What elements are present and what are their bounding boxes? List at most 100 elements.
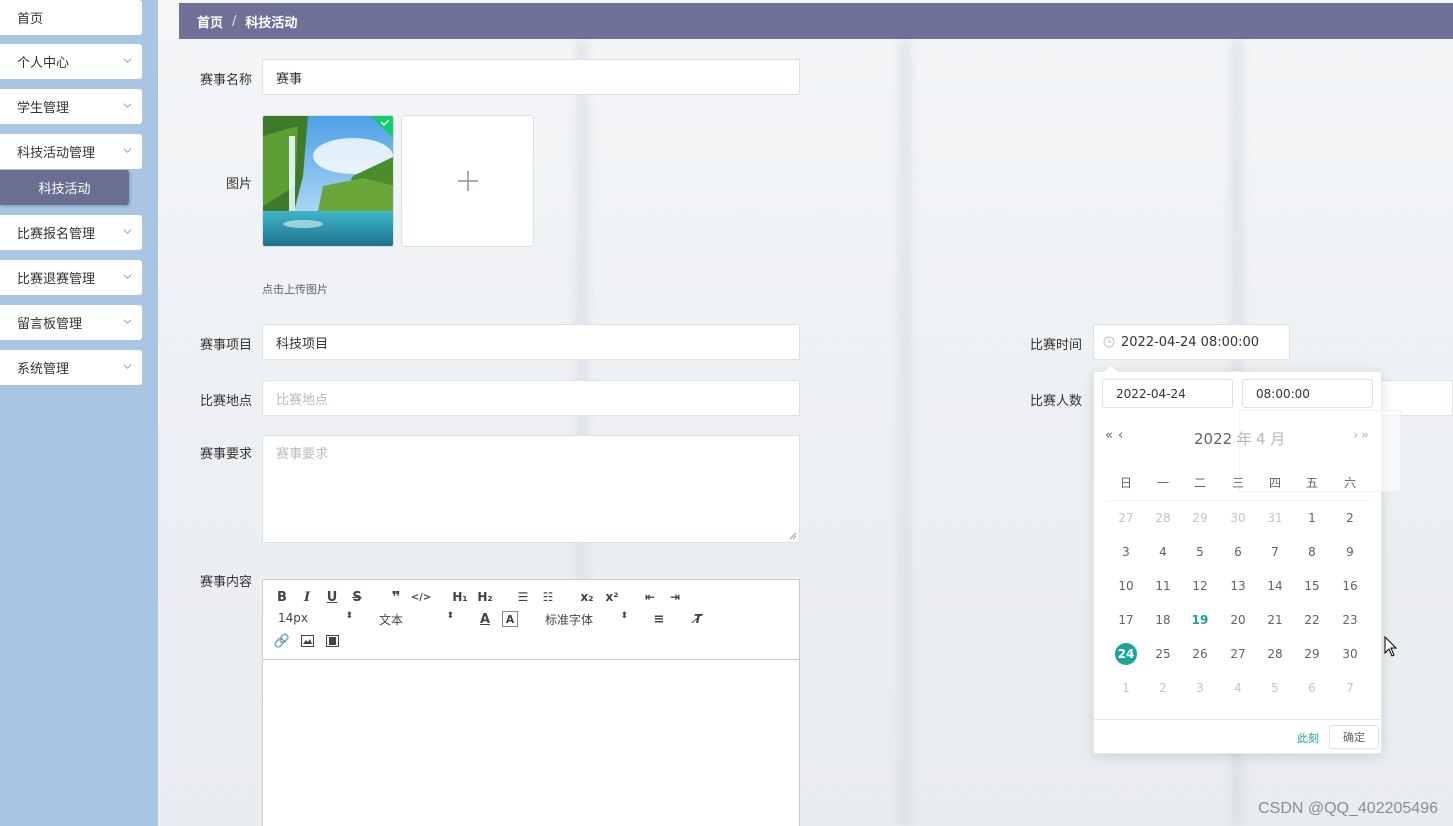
video-icon[interactable] bbox=[324, 633, 340, 649]
chevron-up-icon bbox=[123, 148, 132, 153]
outdent-icon[interactable]: ⇤ bbox=[642, 589, 658, 605]
picker-arrow bbox=[1103, 363, 1119, 379]
clear-format-icon[interactable]: T̸ bbox=[690, 611, 706, 627]
calendar-day[interactable]: 28 bbox=[1152, 507, 1174, 529]
prev-month-icon[interactable]: ‹ bbox=[1118, 428, 1123, 443]
calendar-day[interactable]: 6 bbox=[1227, 541, 1249, 563]
calendar-day[interactable]: 6 bbox=[1301, 677, 1323, 699]
calendar-day[interactable]: 26 bbox=[1189, 643, 1211, 665]
calendar-day[interactable]: 20 bbox=[1227, 609, 1249, 631]
font-family-select[interactable]: 标准字体 ⬍ bbox=[545, 611, 628, 628]
breadcrumb-home-link[interactable]: 首页 bbox=[197, 12, 223, 31]
heading2-icon[interactable]: H₂ bbox=[476, 589, 494, 605]
calendar-day[interactable]: 27 bbox=[1227, 643, 1249, 665]
sidebar-item-label: 科技活动管理 bbox=[17, 146, 96, 161]
calendar-day[interactable]: 12 bbox=[1189, 575, 1211, 597]
calendar-day[interactable]: 30 bbox=[1227, 507, 1249, 529]
calendar-day[interactable]: 11 bbox=[1152, 575, 1174, 597]
calendar-day[interactable]: 28 bbox=[1264, 643, 1286, 665]
font-size-select[interactable]: 14px ⬍ bbox=[278, 611, 353, 625]
link-icon[interactable]: 🔗 bbox=[274, 633, 290, 649]
sidebar-item-label: 比赛退赛管理 bbox=[17, 272, 96, 287]
event-location-input[interactable]: 比赛地点 bbox=[262, 380, 800, 416]
calendar-day[interactable]: 27 bbox=[1115, 507, 1137, 529]
bold-icon[interactable]: B bbox=[274, 589, 290, 605]
calendar-day[interactable]: 4 bbox=[1152, 541, 1174, 563]
now-button[interactable]: 此刻 bbox=[1297, 730, 1319, 746]
indent-icon[interactable]: ⇥ bbox=[667, 589, 683, 605]
calendar-day[interactable]: 3 bbox=[1189, 677, 1211, 699]
picker-time-value: 08:00:00 bbox=[1256, 386, 1310, 401]
event-requirement-textarea[interactable]: 赛事要求 bbox=[262, 435, 800, 543]
calendar-day[interactable]: 22 bbox=[1301, 609, 1323, 631]
event-time-input[interactable]: 2022-04-24 08:00:00 bbox=[1093, 324, 1290, 360]
sidebar-item-message-board[interactable]: 留言板管理 bbox=[0, 305, 142, 340]
calendar-day[interactable]: 4 bbox=[1227, 677, 1249, 699]
calendar-day[interactable]: 29 bbox=[1301, 643, 1323, 665]
calendar-day[interactable]: 18 bbox=[1152, 609, 1174, 631]
code-block-icon[interactable]: </> bbox=[411, 589, 431, 605]
align-icon[interactable]: ≡ bbox=[651, 611, 667, 627]
sidebar-item-withdrawal-management[interactable]: 比赛退赛管理 bbox=[0, 260, 142, 295]
prev-year-icon[interactable]: « bbox=[1105, 428, 1113, 443]
sidebar-subitem-tech-activity[interactable]: 科技活动 bbox=[0, 170, 129, 205]
calendar-day-selected[interactable]: 24 bbox=[1115, 643, 1137, 665]
sidebar-item-personal-center[interactable]: 个人中心 bbox=[0, 44, 142, 79]
resize-handle-icon[interactable] bbox=[789, 532, 797, 540]
underline-icon[interactable]: U bbox=[324, 589, 340, 605]
block-type-value: 文本 bbox=[379, 613, 404, 627]
italic-icon[interactable]: I bbox=[299, 589, 315, 605]
weekday-header: 四 bbox=[1268, 476, 1281, 490]
blockquote-icon[interactable]: ❞ bbox=[388, 588, 404, 606]
event-name-input[interactable]: 赛事 bbox=[262, 59, 800, 95]
uploaded-image[interactable] bbox=[262, 115, 394, 247]
calendar-day[interactable]: 10 bbox=[1115, 575, 1137, 597]
heading1-icon[interactable]: H₁ bbox=[451, 589, 469, 605]
calendar-day[interactable]: 14 bbox=[1264, 575, 1286, 597]
sidebar-item-system-management[interactable]: 系统管理 bbox=[0, 350, 142, 385]
calendar-day[interactable]: 23 bbox=[1339, 609, 1361, 631]
calendar-day[interactable]: 8 bbox=[1301, 541, 1323, 563]
sidebar-item-home[interactable]: 首页 bbox=[0, 0, 142, 35]
calendar-day[interactable]: 7 bbox=[1339, 677, 1361, 699]
calendar-day[interactable]: 9 bbox=[1339, 541, 1361, 563]
calendar-day[interactable]: 30 bbox=[1339, 643, 1361, 665]
sidebar-item-tech-activity-management[interactable]: 科技活动管理 bbox=[0, 134, 142, 169]
event-project-input[interactable]: 科技项目 bbox=[262, 324, 800, 360]
calendar-day[interactable]: 17 bbox=[1115, 609, 1137, 631]
calendar-day[interactable]: 7 bbox=[1264, 541, 1286, 563]
strikethrough-icon[interactable]: S bbox=[349, 589, 365, 605]
background-color-icon[interactable]: A bbox=[502, 611, 518, 627]
calendar-day[interactable]: 21 bbox=[1264, 609, 1286, 631]
confirm-button[interactable]: 确定 bbox=[1329, 725, 1379, 749]
select-arrows-icon: ⬍ bbox=[446, 611, 454, 621]
calendar-day-today[interactable]: 19 bbox=[1189, 609, 1211, 631]
calendar-day[interactable]: 31 bbox=[1264, 507, 1286, 529]
calendar-day[interactable]: 5 bbox=[1264, 677, 1286, 699]
superscript-icon[interactable]: x² bbox=[604, 589, 620, 605]
calendar-day[interactable]: 16 bbox=[1339, 575, 1361, 597]
picker-time-input[interactable]: 08:00:00 bbox=[1242, 379, 1373, 408]
font-color-icon[interactable]: A bbox=[477, 611, 493, 627]
sidebar: 首页 个人中心 学生管理 科技活动管理 科技活动 比赛报名管理 比赛退赛管理 留… bbox=[0, 0, 158, 826]
sidebar-item-registration-management[interactable]: 比赛报名管理 bbox=[0, 215, 142, 250]
calendar-day[interactable]: 3 bbox=[1115, 541, 1137, 563]
calendar-day[interactable]: 1 bbox=[1115, 677, 1137, 699]
sidebar-item-student-management[interactable]: 学生管理 bbox=[0, 89, 142, 124]
image-icon[interactable] bbox=[299, 633, 315, 649]
ordered-list-icon[interactable]: ☰ bbox=[515, 589, 531, 605]
calendar-day[interactable]: 2 bbox=[1152, 677, 1174, 699]
block-type-select[interactable]: 文本 ⬍ bbox=[379, 611, 454, 628]
bullet-list-icon[interactable]: ☷ bbox=[540, 589, 556, 605]
event-requirement-placeholder: 赛事要求 bbox=[276, 447, 329, 462]
calendar-day[interactable]: 5 bbox=[1189, 541, 1211, 563]
upload-button[interactable] bbox=[401, 115, 534, 247]
calendar-day[interactable]: 29 bbox=[1189, 507, 1211, 529]
picker-date-input[interactable]: 2022-04-24 bbox=[1102, 379, 1233, 408]
calendar-day[interactable]: 1 bbox=[1301, 507, 1323, 529]
calendar-day[interactable]: 13 bbox=[1227, 575, 1249, 597]
calendar-day[interactable]: 25 bbox=[1152, 643, 1174, 665]
calendar-day[interactable]: 15 bbox=[1301, 575, 1323, 597]
calendar-day[interactable]: 2 bbox=[1339, 507, 1361, 529]
subscript-icon[interactable]: x₂ bbox=[579, 589, 595, 605]
